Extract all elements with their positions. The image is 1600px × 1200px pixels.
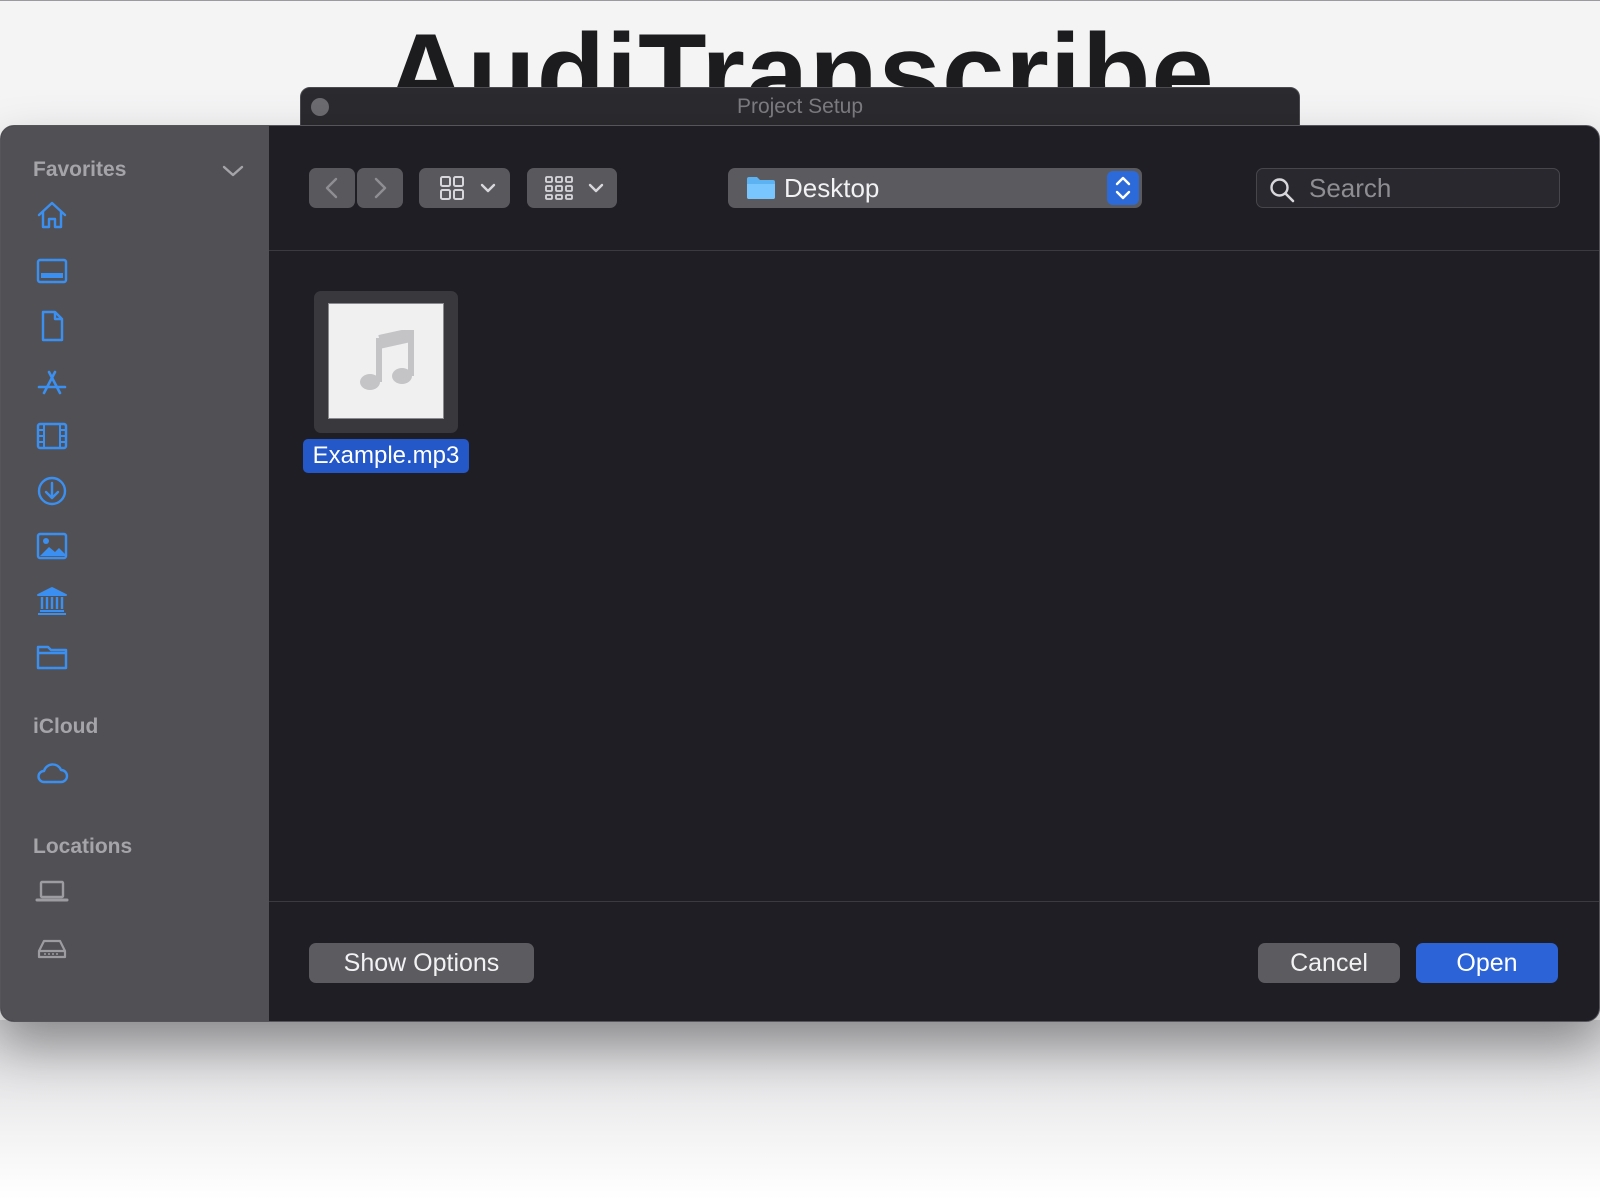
sidebar-item-downloads[interactable] [35, 474, 69, 508]
location-stepper[interactable] [1107, 171, 1139, 205]
sidebar-item-pictures[interactable] [35, 529, 69, 563]
documents-icon [41, 310, 64, 342]
movies-icon [36, 422, 68, 450]
background-gradient [0, 1020, 1600, 1200]
file-item[interactable]: Example.mp3 [303, 291, 469, 473]
sidebar: Favorites iCloud Locations [1, 126, 269, 1021]
forward-button[interactable] [357, 168, 403, 208]
sidebar-item-movies[interactable] [35, 419, 69, 453]
show-options-button[interactable]: Show Options [309, 943, 534, 983]
toolbar-divider [269, 250, 1599, 251]
sidebar-item-folder[interactable] [35, 639, 69, 673]
search-input[interactable] [1309, 169, 1549, 207]
pictures-icon [36, 532, 68, 560]
chevron-left-icon [325, 177, 338, 199]
icon-view-icon [440, 176, 464, 200]
laptop-icon [35, 880, 69, 902]
chevron-down-icon [588, 183, 604, 193]
sidebar-item-home[interactable] [35, 198, 69, 232]
screen-top-edge [0, 0, 1600, 1]
chevron-down-icon[interactable] [221, 162, 245, 180]
open-button[interactable]: Open [1416, 943, 1558, 983]
music-note-icon [360, 330, 414, 390]
folder-icon [36, 645, 68, 670]
back-button[interactable] [309, 168, 355, 208]
location-label: Desktop [784, 173, 880, 203]
search-field[interactable] [1256, 168, 1560, 208]
sidebar-item-desktop[interactable] [35, 254, 69, 288]
sidebar-item-drive[interactable] [35, 930, 69, 964]
library-icon [37, 587, 67, 615]
chevron-right-icon [374, 177, 387, 199]
sidebar-item-this-mac[interactable] [35, 874, 69, 908]
location-popup[interactable]: Desktop [728, 168, 1142, 208]
file-browser-main: Desktop Search Example.mp3 Show Options … [269, 126, 1599, 1021]
folder-icon [747, 177, 775, 199]
cancel-button[interactable]: Cancel [1258, 943, 1400, 983]
home-icon [37, 201, 67, 229]
sidebar-section-favorites: Favorites [33, 158, 127, 181]
sidebar-section-locations: Locations [33, 835, 133, 858]
view-mode-button[interactable] [419, 168, 510, 208]
sidebar-item-library[interactable] [35, 584, 69, 618]
file-name-label: Example.mp3 [303, 439, 469, 473]
group-icon [545, 176, 573, 200]
project-setup-title: Project Setup [736, 95, 864, 118]
sidebar-item-icloud-drive[interactable] [35, 756, 69, 790]
sidebar-item-documents[interactable] [35, 309, 69, 343]
up-down-chevron-icon [1115, 176, 1131, 200]
drive-icon [37, 939, 67, 959]
open-file-dialog: Favorites iCloud Locations Desktop Searc… [0, 125, 1600, 1022]
sidebar-item-applications[interactable] [35, 364, 69, 398]
sidebar-section-icloud: iCloud [33, 715, 99, 738]
downloads-icon [37, 476, 67, 506]
icloud-icon [37, 763, 69, 784]
file-thumbnail [328, 303, 444, 419]
group-by-button[interactable] [527, 168, 617, 208]
chevron-down-icon [480, 183, 496, 193]
desktop-icon [36, 258, 68, 284]
footer-divider [269, 901, 1599, 902]
search-icon [1270, 178, 1295, 203]
applications-icon [37, 370, 67, 395]
